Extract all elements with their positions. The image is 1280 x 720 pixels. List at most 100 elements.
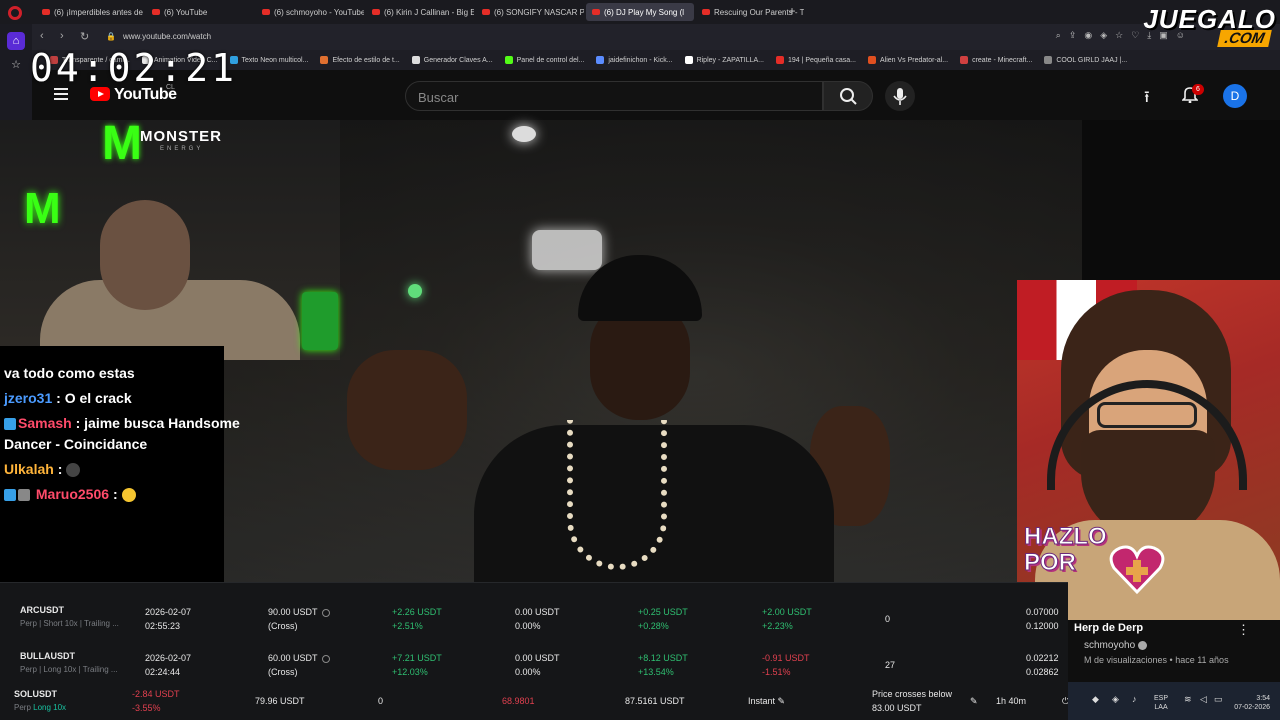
bookmark-favicon-icon — [960, 56, 969, 64]
browser-tab-strip: (6) ¡Imperdibles antes de (6) YouTube (6… — [0, 0, 1280, 24]
search-page-icon[interactable]: ⌕ — [1056, 30, 1061, 41]
chat-emote-icon — [66, 463, 81, 478]
monster-sign-icon: M — [24, 184, 61, 233]
bookmark-item[interactable]: Alien Vs Predator-al... — [867, 56, 948, 64]
chat-message: Dancer - Coincidance — [4, 436, 148, 452]
volume-icon[interactable]: ◁ — [1200, 694, 1207, 705]
workspace-icon[interactable]: ⌂ — [7, 32, 25, 50]
search-button[interactable] — [823, 81, 873, 111]
camera-icon[interactable]: ◉ — [1084, 30, 1092, 41]
chat-message: Samash : jaime busca Handsome — [4, 413, 240, 433]
tray-app-icon[interactable]: ◈ — [1112, 694, 1119, 705]
browser-tab[interactable]: (6) schmoyoho - YouTube — [256, 3, 364, 21]
video-hand-left — [347, 350, 467, 470]
chat-message: Ulkalah : — [4, 459, 81, 479]
youtube-favicon-icon — [482, 9, 490, 15]
chat-message: va todo como estas — [4, 365, 135, 381]
microphone-icon[interactable]: ♪ — [1132, 694, 1137, 704]
heart-icon — [1109, 545, 1165, 595]
bookmark-item[interactable]: COOL GIRLD JAAJ |... — [1044, 56, 1127, 64]
bookmark-item[interactable]: Efecto de estilo de t... — [320, 56, 400, 64]
browser-tab[interactable]: (6) YouTube — [146, 3, 254, 21]
chat-badge-icon — [4, 418, 16, 431]
bookmark-item[interactable]: Generador Claves A... — [411, 56, 493, 64]
search-placeholder: Buscar — [418, 90, 459, 105]
bookmark-item[interactable]: Panel de control del... — [504, 56, 584, 64]
juegalo-logo: JUEGALO .COM — [1143, 4, 1276, 47]
tray-app-icon[interactable]: ◆ — [1092, 694, 1099, 705]
edit-margin-icon[interactable] — [321, 654, 330, 663]
video-player[interactable] — [222, 120, 1082, 582]
bookmark-favicon-icon — [504, 56, 513, 64]
lock-icon: 🔒 — [106, 32, 116, 41]
search-icon — [840, 88, 857, 105]
chat-message: Maruo2506 : — [4, 484, 136, 504]
bookmark-favicon-icon — [776, 56, 784, 64]
shield-icon[interactable]: ◈ — [1100, 30, 1107, 41]
back-icon[interactable]: ‹ — [40, 30, 44, 42]
search-input[interactable]: Buscar — [405, 81, 823, 111]
bookmark-favicon-icon — [867, 56, 876, 64]
forward-icon[interactable]: › — [60, 30, 64, 42]
webcam-face — [100, 200, 190, 310]
new-tab-button[interactable]: + — [786, 5, 798, 17]
voice-search-button[interactable] — [885, 81, 915, 111]
star-icon[interactable]: ☆ — [7, 56, 25, 74]
bookmark-item[interactable]: 194 | Pequeña casa... — [776, 56, 856, 64]
browser-tab[interactable]: (6) SONGIFY NASCAR PR — [476, 3, 584, 21]
more-options-icon[interactable]: ⋮ — [1237, 622, 1250, 638]
system-clock[interactable]: 3:54 07-02-2026 — [1234, 694, 1270, 712]
screen: (6) ¡Imperdibles antes de (6) YouTube (6… — [0, 0, 1280, 720]
video-light — [408, 284, 422, 298]
edit-margin-icon[interactable] — [321, 608, 330, 617]
browser-tab[interactable]: (6) Kirin J Callinan - Big E — [366, 3, 474, 21]
edit-condition-icon[interactable]: ✎ — [970, 694, 978, 708]
upload-icon[interactable]: ⭱ — [1144, 86, 1150, 113]
share-icon[interactable]: ⇪ — [1069, 30, 1077, 41]
chat-badge-icon — [4, 489, 16, 502]
url-field[interactable]: www.youtube.com/watch — [123, 32, 211, 41]
order-row[interactable]: SOLUSDT Perp Long 10x -2.84 USDT -3.55% … — [0, 685, 1069, 720]
youtube-favicon-icon — [702, 9, 710, 15]
position-row[interactable]: ARCUSDT Perp | Short 10x | Trailing ... … — [0, 603, 1068, 647]
channel-name[interactable]: schmoyoho — [1084, 640, 1147, 651]
bookmark-favicon-icon — [320, 56, 329, 64]
account-avatar[interactable]: D — [1223, 84, 1247, 108]
edit-icon[interactable]: ✎ — [778, 696, 786, 706]
chat-message: jzero31 : O el crack — [4, 390, 132, 406]
youtube-favicon-icon — [152, 9, 160, 15]
wifi-icon[interactable]: ≋ — [1184, 694, 1192, 705]
video-light — [532, 230, 602, 270]
monster-claw-icon: M — [102, 117, 142, 170]
chat-badge-icon — [18, 489, 30, 502]
windows-taskbar-tray: ◆ ◈ ♪ ESP LAA ≋ ◁ ▭ 3:54 07-02-2026 — [1068, 682, 1280, 720]
view-count: M de visualizaciones • hace 11 años — [1084, 655, 1229, 665]
microphone-icon — [893, 88, 907, 105]
reload-icon[interactable]: ↻ — [80, 30, 89, 43]
bookmark-favicon-icon — [596, 56, 605, 64]
youtube-favicon-icon — [592, 9, 600, 15]
video-light — [512, 126, 536, 142]
bookmark-favicon-icon — [411, 56, 420, 64]
energy-can — [302, 292, 338, 350]
bookmark-item[interactable]: create - Minecraft... — [960, 56, 1032, 64]
browser-tab[interactable]: (6) ¡Imperdibles antes de — [36, 3, 144, 21]
bookmark-item[interactable]: Ripley - ZAPATILLA... — [684, 56, 764, 64]
opera-logo-icon[interactable] — [8, 6, 22, 20]
browser-tab-active[interactable]: (6) DJ Play My Song (l — [586, 3, 694, 21]
bookmark-item[interactable]: Texto Neon multicol... — [229, 56, 308, 64]
youtube-favicon-icon — [372, 9, 380, 15]
language-indicator[interactable]: ESP LAA — [1154, 694, 1168, 712]
bookmark-favicon-icon — [1044, 56, 1053, 64]
tab-list: (6) ¡Imperdibles antes de (6) YouTube (6… — [36, 3, 804, 21]
chat-overlay: va todo como estas jzero31 : O el crack … — [0, 346, 240, 582]
battery-icon[interactable]: ▭ — [1214, 694, 1223, 705]
monster-energy-logo: M MONSTER ENERGY — [102, 117, 222, 170]
bookmark-item[interactable]: jaidefinichon - Kick... — [596, 56, 673, 64]
youtube-favicon-icon — [42, 9, 50, 15]
notification-count-badge: 6 — [1192, 84, 1204, 95]
verified-icon — [1137, 640, 1147, 650]
video-title[interactable]: Herp de Derp — [1074, 622, 1143, 634]
video-meta: Herp de Derp schmoyoho M de visualizacio… — [1068, 620, 1280, 682]
youtube-favicon-icon — [262, 9, 270, 15]
